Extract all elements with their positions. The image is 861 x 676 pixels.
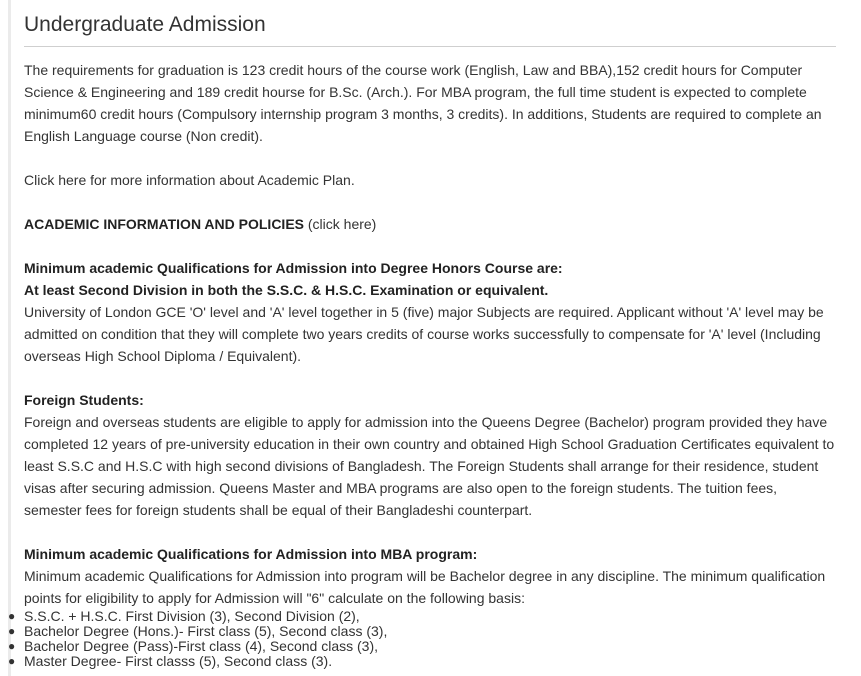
degree-honors-requirement: At least Second Division in both the S.S…: [24, 282, 549, 298]
list-item-text: Bachelor Degree (Hons.)- First class (5)…: [24, 623, 388, 639]
mba-basis-list: ● S.S.C. + H.S.C. First Division (3), Sec…: [0, 609, 844, 669]
bullet-icon: ●: [8, 654, 16, 668]
degree-honors-title: Minimum academic Qualifications for Admi…: [24, 260, 563, 276]
academic-plan-link[interactable]: Click here for more information about Ac…: [24, 172, 355, 188]
policies-paragraph: ACADEMIC INFORMATION AND POLICIES (click…: [24, 213, 837, 235]
intro-paragraph: The requirements for graduation is 123 c…: [24, 62, 822, 144]
list-item: ● Bachelor Degree (Hons.)- First class (5…: [8, 623, 844, 639]
mba-body: Minimum academic Qualifications for Admi…: [24, 568, 826, 606]
list-item: ● Master Degree- First classs (5), Second…: [8, 653, 844, 669]
main-content: Undergraduate Admission The requirements…: [24, 0, 837, 609]
list-item: ● S.S.C. + H.S.C. First Division (3), Sec…: [8, 608, 844, 624]
list-item-text: Master Degree- First classs (5), Second …: [24, 653, 333, 669]
sidebar-divider: [8, 0, 11, 676]
policies-title: ACADEMIC INFORMATION AND POLICIES: [24, 216, 304, 232]
page: Undergraduate Admission The requirements…: [0, 0, 861, 676]
list-item-text: S.S.C. + H.S.C. First Division (3), Seco…: [24, 608, 360, 624]
degree-honors-body: University of London GCE 'O' level and '…: [24, 304, 824, 364]
foreign-students-title: Foreign Students:: [24, 392, 144, 408]
foreign-students-body: Foreign and overseas students are eligib…: [24, 414, 835, 518]
degree-honors-section: Minimum academic Qualifications for Admi…: [24, 257, 837, 367]
bullet-icon: ●: [8, 624, 16, 638]
mba-title: Minimum academic Qualifications for Admi…: [24, 546, 478, 562]
academic-plan-paragraph: Click here for more information about Ac…: [24, 169, 837, 191]
mba-section: Minimum academic Qualifications for Admi…: [24, 543, 837, 609]
list-item-text: Bachelor Degree (Pass)-First class (4), …: [24, 638, 378, 654]
page-title: Undergraduate Admission: [24, 0, 836, 47]
bullet-icon: ●: [8, 639, 16, 653]
bullet-icon: ●: [8, 609, 16, 623]
list-item: ● Bachelor Degree (Pass)-First class (4),…: [8, 638, 844, 654]
policies-link[interactable]: (click here): [308, 216, 376, 232]
foreign-students-section: Foreign Students: Foreign and overseas s…: [24, 389, 837, 521]
